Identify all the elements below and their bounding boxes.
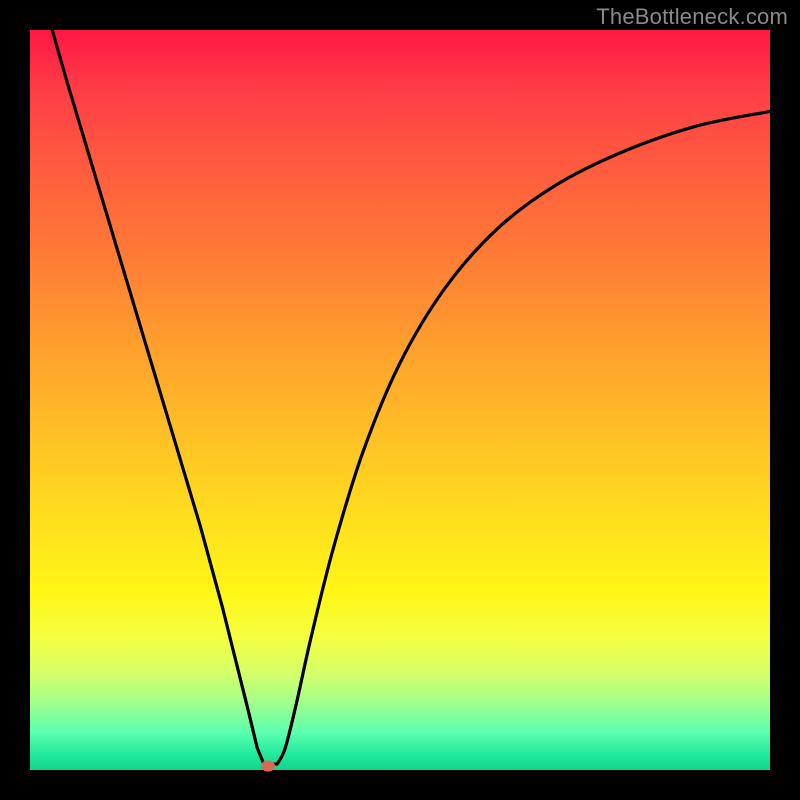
chart-frame: TheBottleneck.com (0, 0, 800, 800)
curve-path (52, 30, 770, 764)
watermark-text: TheBottleneck.com (596, 4, 788, 30)
optimum-marker (261, 760, 275, 771)
bottleneck-curve (30, 30, 770, 770)
plot-area (30, 30, 770, 770)
